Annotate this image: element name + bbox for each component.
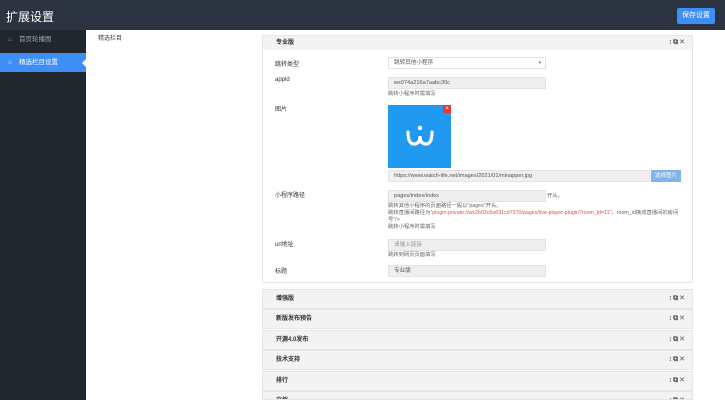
- logo-icon: [406, 125, 434, 146]
- panel-header[interactable]: 技术支持 ↕⧉✕: [263, 351, 692, 369]
- page-title: 扩展设置: [6, 10, 55, 24]
- panel-title: 技术支持: [276, 357, 301, 363]
- url-hint: 跳转到网页页面填写: [388, 252, 436, 258]
- panel-header[interactable]: 增强版 ↕⧉✕: [263, 290, 692, 308]
- panel-tools-icon[interactable]: ↕⧉✕: [669, 290, 686, 308]
- panel-title: 增强版: [276, 296, 295, 302]
- panel-pro: 专业版 ↕⧉✕ 跳转类型 跳转其他小程序 ▾ appid wx074a216a7…: [262, 35, 693, 283]
- appid-label: appid: [275, 77, 290, 83]
- panel-ranking[interactable]: 排行 ↕⧉✕: [262, 371, 693, 391]
- title-label: 标题: [275, 269, 288, 275]
- panel-title: 新版发布预告: [276, 316, 313, 322]
- image-label: 图片: [275, 107, 288, 113]
- panel-header[interactable]: 专业版 ↕⧉✕: [263, 36, 692, 50]
- hint-text: 跳转直播间路径为: [388, 210, 431, 216]
- mp-path-hint-4: 跳转小程序时需填写: [388, 224, 436, 230]
- mp-path-suffix: 开头。: [547, 193, 563, 199]
- panel-tools-icon[interactable]: ↕⧉✕: [669, 351, 686, 369]
- panel-opensource[interactable]: 开源4.0发布 ↕⧉✕: [262, 330, 693, 350]
- sidebar-item-featured[interactable]: ⌂ 精选栏目设置: [0, 53, 86, 72]
- panel-docs[interactable]: 文档↕⧉✕: [262, 391, 693, 400]
- mp-path-hint-3: 号"/>: [388, 217, 400, 223]
- panel-release-preview[interactable]: 新版发布预告 ↕⧉✕: [262, 309, 693, 329]
- image-thumbnail[interactable]: ×: [388, 105, 451, 168]
- home-icon: ⌂: [8, 60, 12, 66]
- sidebar-item-carousel[interactable]: ⌂ 首页轮播图: [0, 30, 86, 49]
- sidebar: ⌂ 首页轮播图 ⌂ 精选栏目设置: [0, 30, 86, 400]
- panel-header[interactable]: 排行 ↕⧉✕: [263, 372, 692, 390]
- mp-path-label: 小程序路径: [275, 193, 306, 199]
- close-icon[interactable]: ×: [443, 105, 451, 113]
- hint-text: ，room_id换成直播间的房间: [611, 210, 679, 216]
- panel-title: 开源4.0发布: [276, 337, 309, 343]
- save-button[interactable]: 保存设置: [677, 8, 715, 24]
- panel-title: 排行: [276, 378, 289, 384]
- panel-tools-icon[interactable]: ↕⧉✕: [669, 331, 686, 349]
- top-header: 扩展设置 保存设置: [0, 0, 725, 30]
- panel-tools-icon[interactable]: ↕⧉✕: [669, 372, 686, 390]
- url-label: url地址: [275, 242, 294, 248]
- home-icon: ⌂: [8, 37, 12, 43]
- panel-header[interactable]: 文档↕⧉✕: [263, 392, 692, 399]
- panel-tools-icon[interactable]: ↕⧉✕: [669, 310, 686, 328]
- panel-header[interactable]: 开源4.0发布 ↕⧉✕: [263, 331, 692, 349]
- sidebar-item-label: 精选栏目设置: [19, 59, 58, 66]
- image-url-input[interactable]: https://www.watch-life.net/images/2021/0…: [388, 170, 650, 182]
- mp-path-hint-2: 跳转直播间路径为"plugin-private://wx2b03c6e691cd…: [388, 210, 693, 217]
- url-input[interactable]: 请输入链接: [388, 239, 546, 251]
- breadcrumb: 精选栏目: [98, 36, 123, 42]
- panel-tools-icon[interactable]: ↕⧉✕: [669, 36, 686, 50]
- appid-hint: 跳转小程序时需填写: [388, 91, 436, 97]
- panel-header[interactable]: 新版发布预告 ↕⧉✕: [263, 310, 692, 328]
- jump-type-select[interactable]: 跳转其他小程序 ▾: [388, 57, 546, 69]
- title-input[interactable]: 专业版: [388, 265, 546, 277]
- panel-tools-icon[interactable]: ↕⧉✕: [669, 392, 686, 399]
- panel-support[interactable]: 技术支持 ↕⧉✕: [262, 350, 693, 370]
- choose-image-button[interactable]: 选择图片: [651, 170, 681, 182]
- jump-type-value: 跳转其他小程序: [394, 60, 434, 66]
- mp-path-input[interactable]: pages/index/index: [388, 190, 546, 202]
- sidebar-item-label: 首页轮播图: [19, 36, 52, 43]
- live-room-path: "plugin-private://wx2b03c6e691cd7370/pag…: [430, 210, 612, 216]
- jump-type-label: 跳转类型: [275, 62, 300, 68]
- panel-title: 专业版: [276, 40, 295, 46]
- chevron-down-icon: ▾: [538, 60, 541, 66]
- mp-path-hint-1: 跳转其他小程序的页面路径一般以"pages"开头。: [388, 203, 502, 209]
- appid-input[interactable]: wx074a216a7aabc30c: [388, 77, 546, 89]
- panel-enhanced[interactable]: 增强版 ↕⧉✕: [262, 289, 693, 309]
